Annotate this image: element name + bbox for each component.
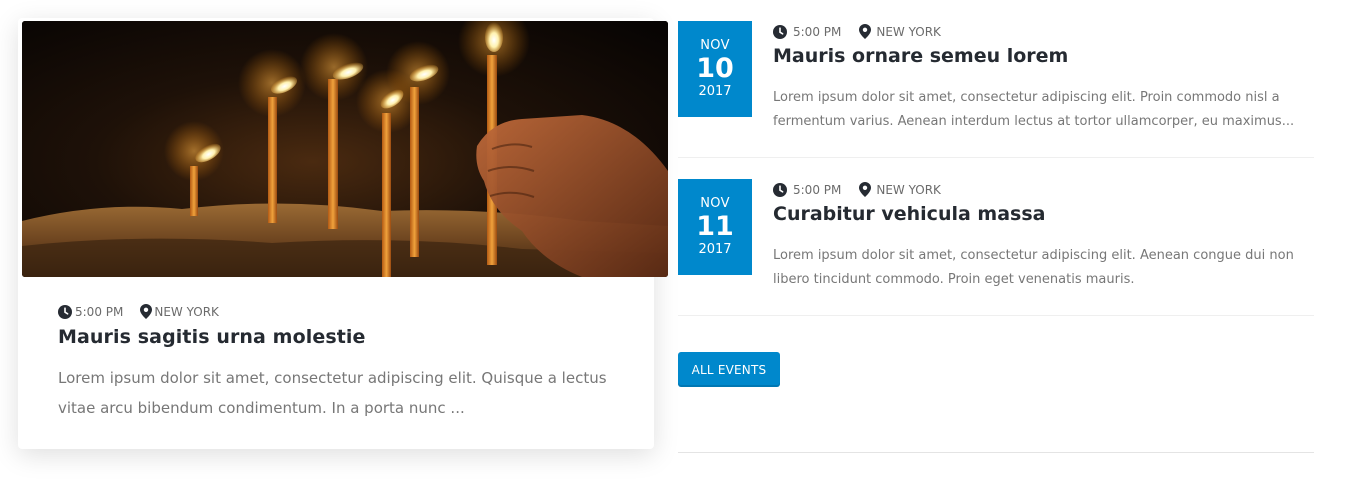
event-time-text: 5:00 PM: [793, 24, 842, 39]
clock-icon: [58, 304, 75, 319]
divider: [678, 452, 1314, 453]
event-meta: 5:00 PM NEW YORK: [773, 182, 941, 197]
event-title[interactable]: Mauris ornare semeu lorem: [773, 45, 1068, 67]
map-pin-icon: [859, 24, 876, 39]
event-location: NEW YORK: [859, 182, 941, 197]
event-month: NOV: [700, 38, 730, 53]
event-title[interactable]: Curabitur vehicula massa: [773, 203, 1045, 225]
event-date-badge: NOV 10 2017: [678, 21, 752, 117]
featured-event-card[interactable]: 5:00 PM NEW YORK Mauris sagitis urna mol…: [18, 18, 668, 449]
event-location-text: NEW YORK: [154, 304, 219, 319]
featured-event-meta: 5:00 PM NEW YORK: [58, 304, 219, 319]
featured-event-excerpt: Lorem ipsum dolor sit amet, consectetur …: [58, 369, 607, 417]
all-events-button[interactable]: ALL EVENTS: [678, 352, 780, 387]
event-date-badge: NOV 11 2017: [678, 179, 752, 275]
event-day: 10: [696, 53, 734, 84]
event-day: 11: [696, 211, 734, 242]
event-list-item: NOV 10 2017 5:00 PM NEW YORK Mauris orna…: [678, 21, 1314, 158]
event-time: 5:00 PM: [58, 304, 124, 319]
event-time-text: 5:00 PM: [793, 182, 842, 197]
map-pin-icon: [140, 304, 154, 319]
event-time: 5:00 PM: [773, 24, 842, 39]
featured-event-title[interactable]: Mauris sagitis urna molestie: [58, 326, 366, 348]
event-year: 2017: [698, 242, 732, 257]
clock-icon: [773, 24, 793, 39]
divider: [678, 315, 1314, 316]
event-excerpt: Lorem ipsum dolor sit amet, consectetur …: [773, 248, 1294, 287]
event-location-text: NEW YORK: [876, 24, 941, 39]
event-time: 5:00 PM: [773, 182, 842, 197]
event-excerpt: Lorem ipsum dolor sit amet, consectetur …: [773, 90, 1295, 129]
event-location: NEW YORK: [859, 24, 941, 39]
event-list-item: NOV 11 2017 5:00 PM NEW YORK Curabitur v…: [678, 179, 1314, 316]
featured-event-image[interactable]: [22, 21, 668, 277]
event-month: NOV: [700, 196, 730, 211]
event-year: 2017: [698, 84, 732, 99]
event-time-text: 5:00 PM: [75, 304, 124, 319]
divider: [678, 157, 1314, 158]
event-location: NEW YORK: [140, 304, 219, 319]
clock-icon: [773, 182, 793, 197]
map-pin-icon: [859, 182, 876, 197]
event-location-text: NEW YORK: [876, 182, 941, 197]
event-meta: 5:00 PM NEW YORK: [773, 24, 941, 39]
